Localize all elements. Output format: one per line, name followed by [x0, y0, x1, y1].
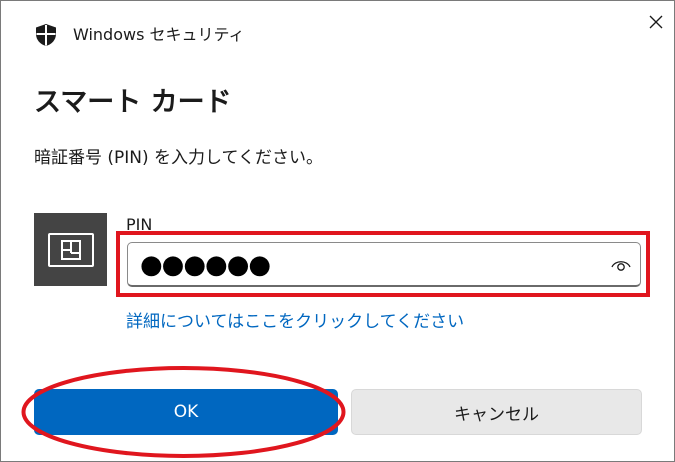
annotation-highlight-box: [116, 231, 650, 297]
close-icon: [649, 15, 663, 29]
instruction-text: 暗証番号 (PIN) を入力してください。: [34, 148, 324, 168]
smart-card-icon: [48, 233, 94, 267]
cancel-button[interactable]: キャンセル: [351, 389, 642, 435]
window-title: Windows セキュリティ: [73, 25, 245, 44]
more-info-link[interactable]: 詳細についてはここをクリックしてください: [126, 310, 464, 334]
close-button[interactable]: [639, 5, 673, 39]
shield-icon: [34, 23, 58, 47]
title-bar: Windows セキュリティ: [1, 1, 674, 67]
ok-button[interactable]: OK: [34, 389, 338, 435]
smart-card-tile: [34, 213, 107, 286]
security-dialog: Windows セキュリティ スマート カード 暗証番号 (PIN) を入力して…: [0, 0, 675, 462]
dialog-heading: スマート カード: [34, 87, 232, 118]
ok-button-label: OK: [173, 402, 199, 422]
cancel-button-label: キャンセル: [454, 404, 539, 425]
